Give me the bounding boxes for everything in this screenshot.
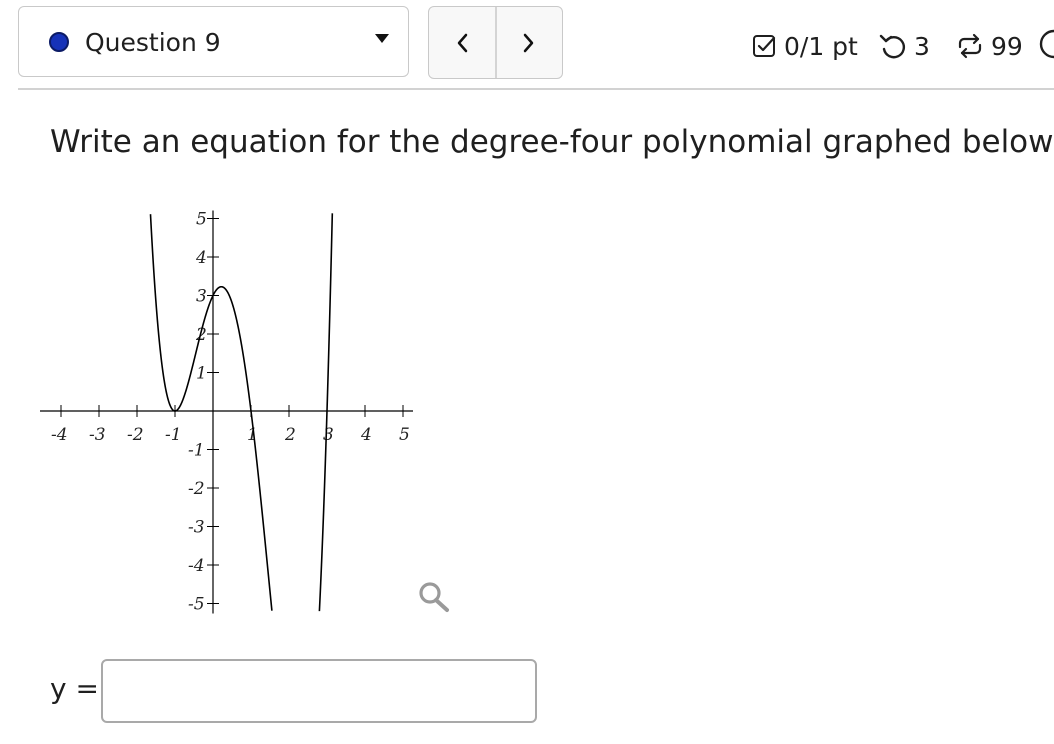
polynomial-curve xyxy=(149,213,334,612)
repeat-icon xyxy=(958,33,982,59)
polynomial-graph: -5-4-3-2-11234554321-1-2-3-4-5 xyxy=(40,210,413,615)
x-tick-label: 3 xyxy=(323,425,334,445)
attempts-status: 99 xyxy=(955,29,1023,63)
score-text: 0/1 pt xyxy=(784,31,858,61)
retries-status: 3 xyxy=(878,29,930,63)
more-menu-icon[interactable] xyxy=(1038,28,1054,60)
y-tick-label: 3 xyxy=(196,287,207,307)
question-prompt: Write an equation for the degree-four po… xyxy=(50,124,1054,160)
checkbox-icon xyxy=(753,35,776,57)
y-tick-label: -1 xyxy=(188,441,205,461)
x-tick-label: 5 xyxy=(399,425,410,445)
y-tick-label: 1 xyxy=(196,364,207,384)
question-status-icon xyxy=(49,32,69,52)
magnifier-icon[interactable] xyxy=(416,580,452,614)
x-tick-label: 4 xyxy=(360,425,372,445)
x-tick-label: -1 xyxy=(165,425,182,445)
score-status: 0/1 pt xyxy=(752,29,858,63)
answer-input[interactable] xyxy=(101,659,537,723)
y-tick-label: -4 xyxy=(188,556,205,576)
retries-count: 3 xyxy=(914,31,930,61)
caret-down-icon xyxy=(375,34,389,43)
y-tick-label: 5 xyxy=(196,210,207,230)
previous-question-button[interactable] xyxy=(429,7,495,78)
x-tick-label: -2 xyxy=(127,425,144,445)
y-tick-label: -5 xyxy=(188,595,205,615)
attempts-count: 99 xyxy=(991,31,1023,61)
question-label: Question 9 xyxy=(85,28,221,57)
chevron-right-icon xyxy=(523,33,534,52)
chevron-left-icon xyxy=(457,33,468,52)
answer-label: y = xyxy=(50,672,99,705)
x-tick-label: -3 xyxy=(89,425,106,445)
header-divider xyxy=(18,88,1054,90)
y-tick-label: -3 xyxy=(188,518,205,538)
question-selector[interactable]: Question 9 xyxy=(18,6,409,77)
next-question-button[interactable] xyxy=(496,7,562,78)
retry-icon xyxy=(879,34,905,59)
y-tick-label: 4 xyxy=(195,248,207,268)
x-tick-label: -4 xyxy=(51,425,68,445)
question-nav xyxy=(428,6,563,79)
x-tick-label: 2 xyxy=(284,425,296,445)
y-tick-label: -2 xyxy=(188,479,205,499)
